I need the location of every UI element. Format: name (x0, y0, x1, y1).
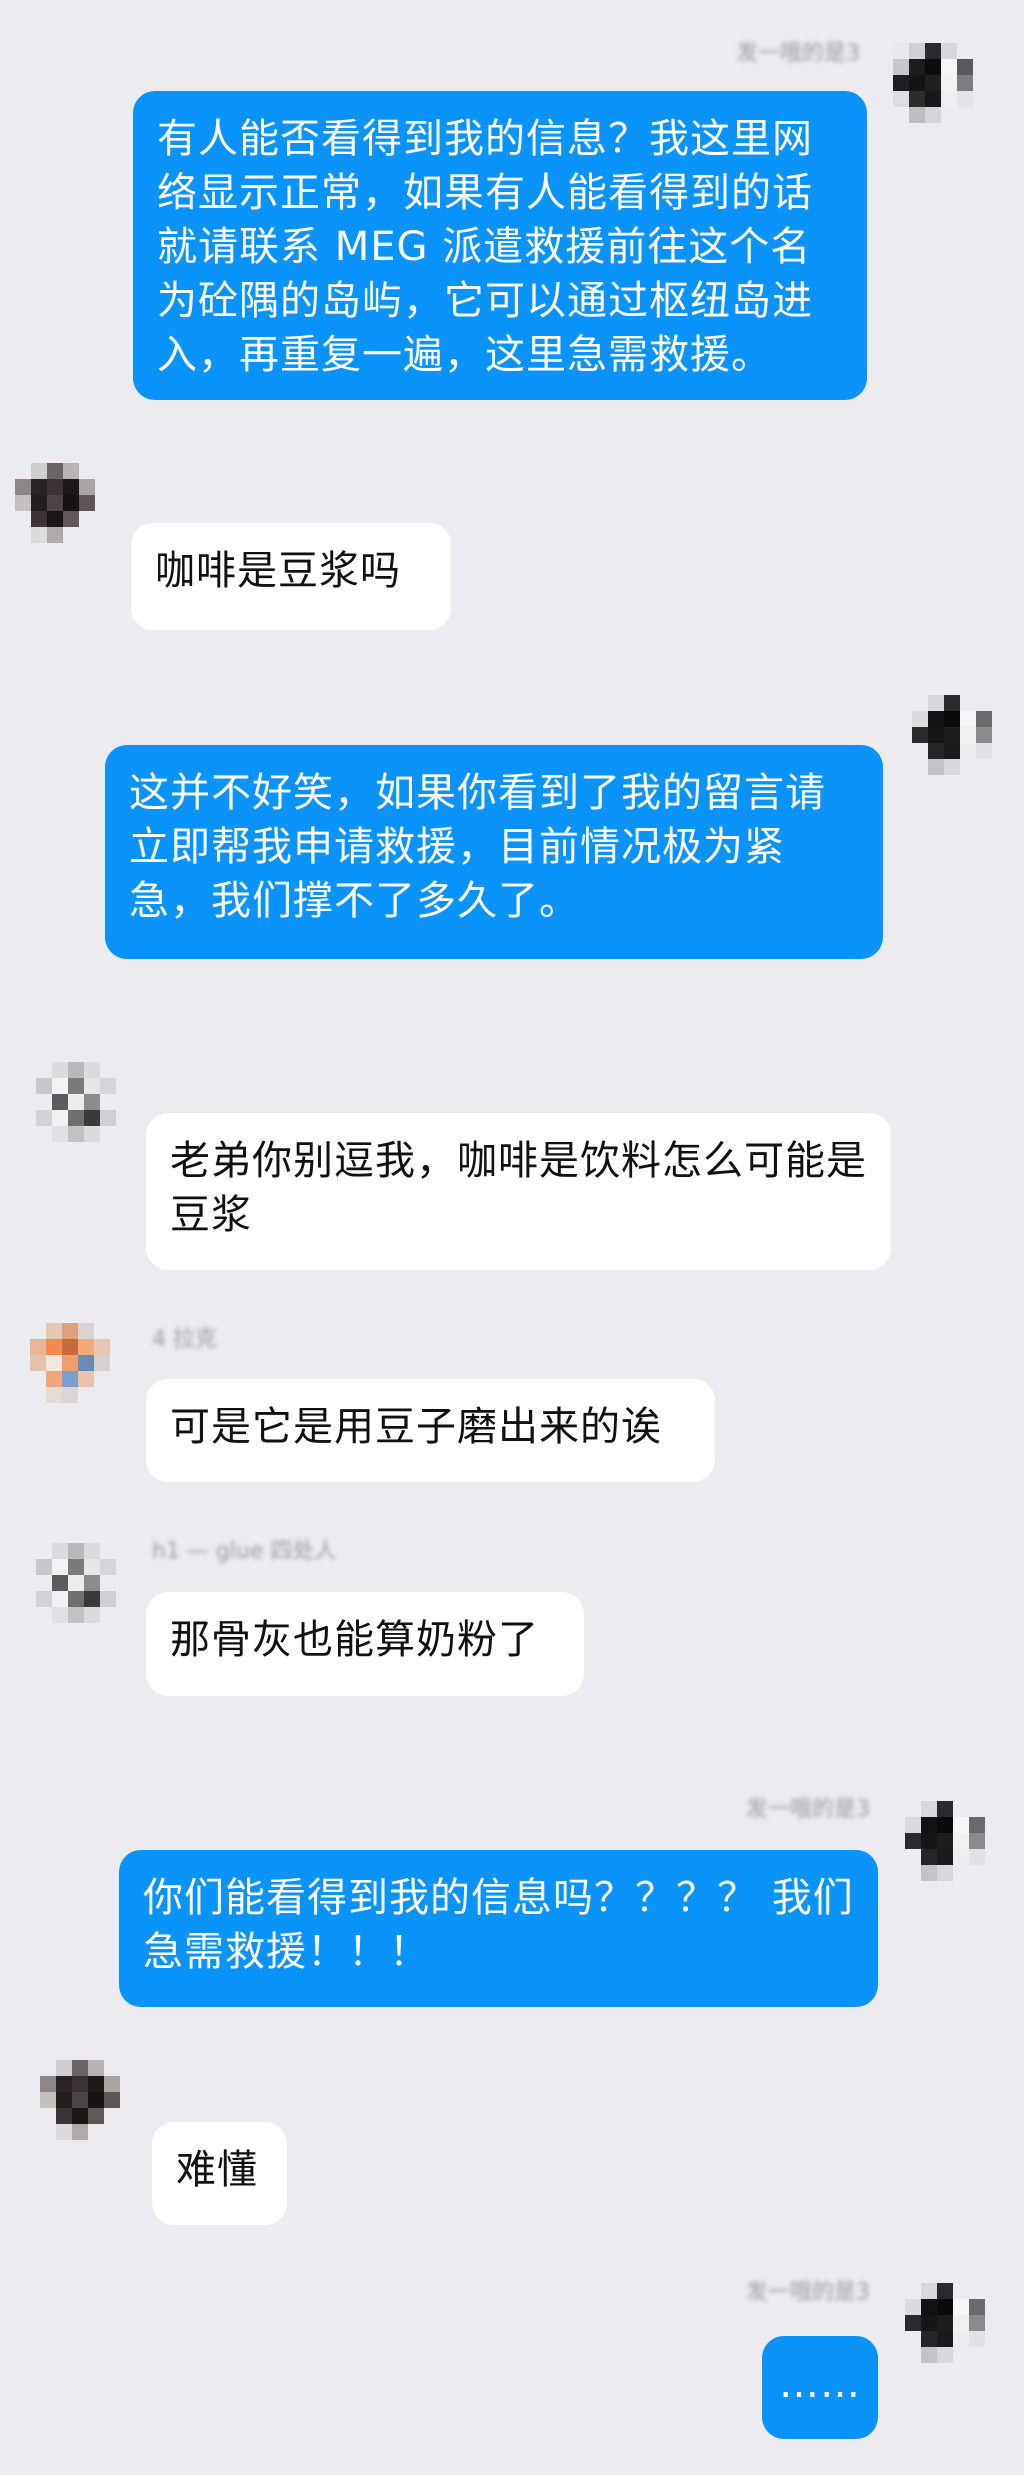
message-bubble[interactable]: …… (762, 2336, 878, 2439)
sender-name: h1 — glue 四处人 (152, 1539, 337, 1564)
sender-name: 发一哦的是3 (746, 1797, 870, 1822)
message-bubble[interactable]: 那骨灰也能算奶粉了 (146, 1592, 584, 1696)
message-bubble[interactable]: 老弟你别逗我，咖啡是饮料怎么可能是豆浆 (146, 1113, 891, 1270)
sender-name: 发一哦的是3 (746, 2280, 870, 2305)
message-bubble[interactable]: 难懂 (152, 2122, 287, 2225)
avatar[interactable] (30, 1323, 110, 1403)
avatar[interactable] (40, 2060, 120, 2140)
avatar[interactable] (905, 1801, 985, 1881)
avatar[interactable] (893, 43, 973, 123)
message-bubble[interactable]: 咖啡是豆浆吗 (131, 523, 451, 630)
avatar[interactable] (905, 2283, 985, 2363)
message-bubble[interactable]: 这并不好笑，如果你看到了我的留言请立即帮我申请救援，目前情况极为紧急，我们撑不了… (105, 745, 883, 959)
sender-name: 4 拉克 (152, 1327, 217, 1352)
avatar[interactable] (36, 1062, 116, 1142)
avatar[interactable] (912, 695, 992, 775)
message-bubble[interactable]: 你们能看得到我的信息吗？？？？ 我们急需救援！！！ (119, 1850, 878, 2007)
avatar[interactable] (36, 1543, 116, 1623)
avatar[interactable] (15, 463, 95, 543)
message-bubble[interactable]: 有人能否看得到我的信息？我这里网络显示正常，如果有人能看得到的话就请联系 MEG… (133, 91, 867, 400)
message-bubble[interactable]: 可是它是用豆子磨出来的诶 (146, 1379, 715, 1482)
sender-name: 发一哦的是3 (736, 41, 860, 66)
